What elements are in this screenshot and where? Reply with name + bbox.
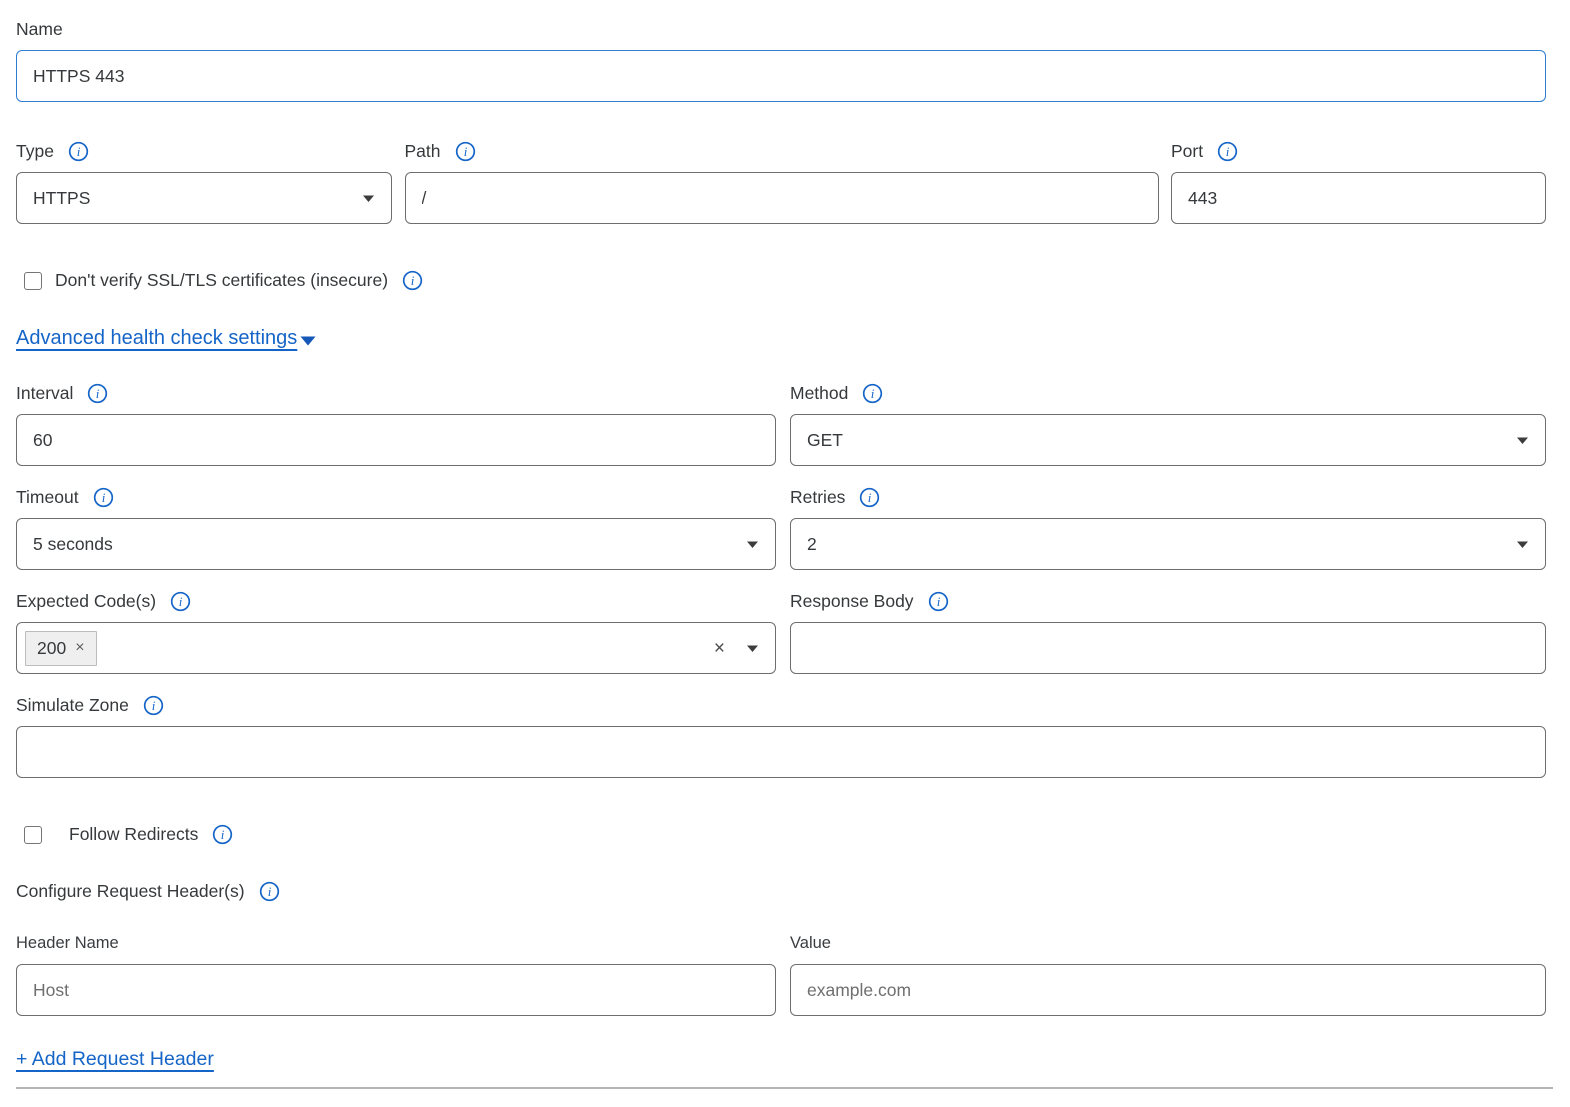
add-request-header-link[interactable]: + Add Request Header: [16, 1048, 214, 1070]
timeout-label: Timeout: [16, 486, 79, 508]
header-value-field: Value: [790, 932, 1546, 1016]
response-body-field: Response Body i: [790, 590, 1546, 674]
info-icon[interactable]: i: [259, 881, 280, 902]
retries-field: Retries i 2: [790, 486, 1546, 570]
info-icon[interactable]: i: [402, 270, 423, 291]
chevron-down-icon[interactable]: [746, 644, 759, 653]
chevron-down-icon: [1516, 540, 1529, 549]
configure-request-headers-label: Configure Request Header(s): [16, 881, 245, 902]
interval-label: Interval: [16, 382, 73, 404]
expected-codes-label: Expected Code(s): [16, 590, 156, 612]
health-check-form: Name Type i HTTPS: [0, 0, 1570, 1089]
chevron-down-icon: [1516, 436, 1529, 445]
info-icon[interactable]: i: [928, 591, 949, 612]
method-select[interactable]: GET: [790, 414, 1546, 466]
info-icon[interactable]: i: [170, 591, 191, 612]
header-value-input[interactable]: [790, 964, 1546, 1016]
name-label: Name: [16, 18, 63, 40]
path-field: Path i: [405, 140, 1159, 224]
clear-all-icon[interactable]: ×: [714, 639, 725, 658]
path-label: Path: [405, 140, 441, 162]
svg-text:i: i: [152, 698, 156, 713]
follow-redirects-label: Follow Redirects: [69, 824, 198, 845]
advanced-settings-link[interactable]: Advanced health check settings: [16, 327, 297, 350]
method-field: Method i GET: [790, 382, 1546, 466]
info-icon[interactable]: i: [859, 487, 880, 508]
code-tag-value: 200: [37, 638, 66, 659]
interval-input[interactable]: [16, 414, 776, 466]
svg-text:i: i: [221, 827, 225, 842]
svg-text:i: i: [868, 490, 872, 505]
port-input[interactable]: [1171, 172, 1546, 224]
info-icon[interactable]: i: [1217, 141, 1238, 162]
code-tag: 200 ×: [25, 631, 97, 666]
info-icon[interactable]: i: [143, 695, 164, 716]
svg-text:i: i: [411, 273, 415, 288]
port-field: Port i: [1171, 140, 1546, 224]
name-input[interactable]: [16, 50, 1546, 102]
chevron-down-icon: [746, 540, 759, 549]
response-body-input[interactable]: [790, 622, 1546, 674]
method-select-value: GET: [807, 430, 843, 451]
info-icon[interactable]: i: [455, 141, 476, 162]
timeout-select[interactable]: 5 seconds: [16, 518, 776, 570]
svg-text:i: i: [77, 144, 81, 159]
path-input[interactable]: [405, 172, 1159, 224]
simulate-zone-input[interactable]: [16, 726, 1546, 778]
svg-text:i: i: [267, 884, 271, 899]
retries-select[interactable]: 2: [790, 518, 1546, 570]
info-icon[interactable]: i: [68, 141, 89, 162]
header-value-label: Value: [790, 932, 831, 954]
expected-codes-field: Expected Code(s) i 200 × ×: [16, 590, 776, 674]
method-label: Method: [790, 382, 848, 404]
svg-text:i: i: [1226, 144, 1230, 159]
divider: [16, 1087, 1553, 1089]
request-header-row: Header Name Value: [16, 932, 1546, 1016]
retries-label: Retries: [790, 486, 845, 508]
header-name-input[interactable]: [16, 964, 776, 1016]
expected-codes-multiselect[interactable]: 200 × ×: [16, 622, 776, 674]
simulate-zone-label: Simulate Zone: [16, 694, 129, 716]
svg-text:i: i: [871, 386, 875, 401]
info-icon[interactable]: i: [862, 383, 883, 404]
timeout-select-value: 5 seconds: [33, 534, 113, 555]
response-body-label: Response Body: [790, 590, 914, 612]
type-select[interactable]: HTTPS: [16, 172, 392, 224]
chevron-down-icon: [362, 194, 375, 203]
ssl-verify-checkbox[interactable]: [24, 272, 42, 290]
simulate-zone-field: Simulate Zone i: [16, 694, 1546, 778]
svg-text:i: i: [101, 490, 105, 505]
remove-tag-icon[interactable]: ×: [75, 640, 84, 656]
ssl-verify-label: Don't verify SSL/TLS certificates (insec…: [55, 270, 388, 291]
info-icon[interactable]: i: [93, 487, 114, 508]
header-name-field: Header Name: [16, 932, 776, 1016]
type-field: Type i HTTPS: [16, 140, 392, 224]
svg-text:i: i: [936, 594, 940, 609]
chevron-down-icon[interactable]: [299, 335, 317, 347]
svg-text:i: i: [463, 144, 467, 159]
info-icon[interactable]: i: [87, 383, 108, 404]
follow-redirects-checkbox[interactable]: [24, 826, 42, 844]
timeout-field: Timeout i 5 seconds: [16, 486, 776, 570]
header-name-label: Header Name: [16, 932, 119, 954]
svg-text:i: i: [96, 386, 100, 401]
port-label: Port: [1171, 140, 1203, 162]
info-icon[interactable]: i: [212, 824, 233, 845]
type-label: Type: [16, 140, 54, 162]
type-select-value: HTTPS: [33, 188, 90, 209]
svg-text:i: i: [179, 594, 183, 609]
interval-field: Interval i: [16, 382, 776, 466]
retries-select-value: 2: [807, 534, 817, 555]
